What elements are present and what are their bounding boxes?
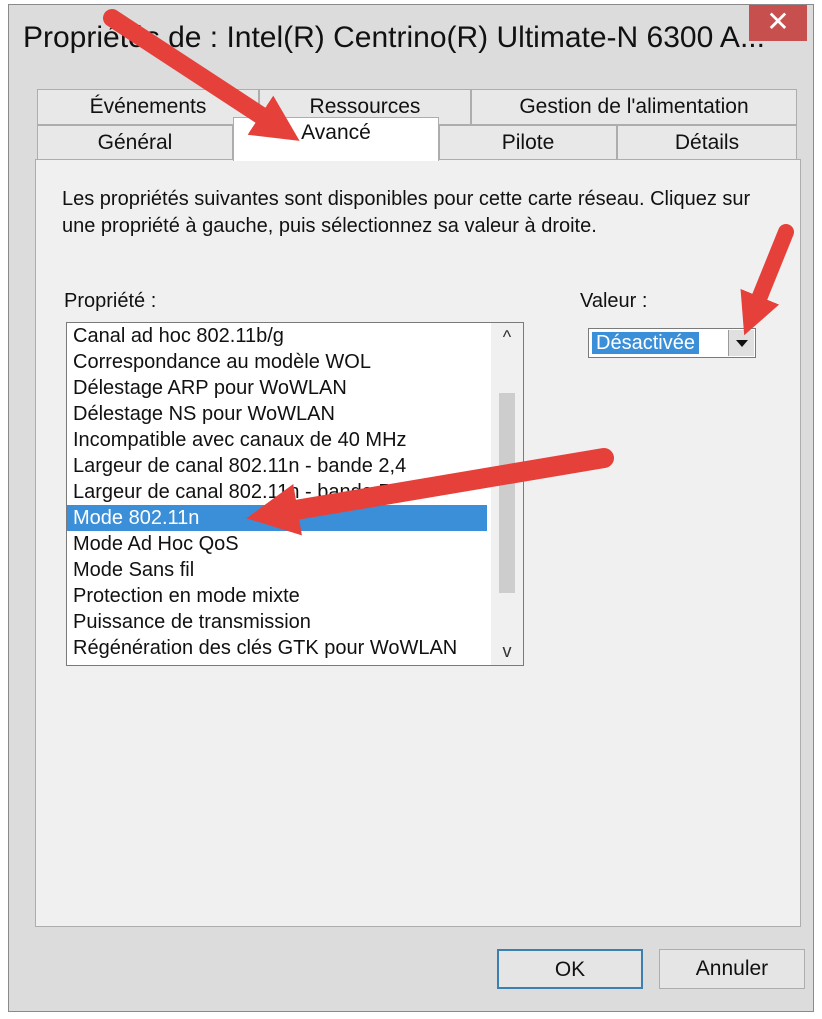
close-button[interactable]: ✕ (749, 5, 807, 41)
advanced-tab-panel: Les propriétés suivantes sont disponible… (35, 159, 801, 927)
tab-pilote[interactable]: Pilote (439, 125, 617, 161)
ok-button[interactable]: OK (497, 949, 643, 989)
list-item[interactable]: Largeur de canal 802.11n - bande 2,4 (67, 453, 487, 479)
list-item[interactable]: Canal ad hoc 802.11b/g (67, 323, 487, 349)
window-title: Propriétés de : Intel(R) Centrino(R) Ult… (23, 21, 765, 54)
tab-evenements[interactable]: Événements (37, 89, 259, 125)
value-dropdown[interactable]: Désactivée (588, 328, 756, 358)
list-item[interactable]: Délestage ARP pour WoWLAN (67, 375, 487, 401)
tab-gestion-alimentation[interactable]: Gestion de l'alimentation (471, 89, 797, 125)
chevron-down-icon[interactable] (728, 330, 754, 356)
list-item[interactable]: Régénération des clés GTK pour WoWLAN (67, 635, 487, 661)
list-item-selected[interactable]: Mode 802.11n (67, 505, 487, 531)
value-dropdown-selected: Désactivée (592, 332, 699, 354)
tab-general[interactable]: Général (37, 125, 233, 161)
property-label: Propriété : (64, 290, 157, 312)
list-item[interactable]: Largeur de canal 802.11n - bande 5,2 (67, 479, 487, 505)
scroll-down-icon[interactable]: v (491, 637, 523, 665)
list-item[interactable]: Délestage NS pour WoWLAN (67, 401, 487, 427)
cancel-button[interactable]: Annuler (659, 949, 805, 989)
list-scrollbar[interactable]: ^ v (491, 323, 523, 665)
list-item[interactable]: Mode Sans fil (67, 557, 487, 583)
description-text: Les propriétés suivantes sont disponible… (62, 188, 751, 237)
title-bar: Propriétés de : Intel(R) Centrino(R) Ult… (9, 5, 813, 79)
property-listbox[interactable]: Canal ad hoc 802.11b/g Correspondance au… (66, 322, 524, 666)
properties-dialog: Propriétés de : Intel(R) Centrino(R) Ult… (8, 4, 814, 1012)
scroll-thumb[interactable] (499, 393, 515, 593)
list-item[interactable]: Incompatible avec canaux de 40 MHz (67, 427, 487, 453)
list-item[interactable]: Protection en mode mixte (67, 583, 487, 609)
list-item[interactable]: Puissance de transmission (67, 609, 487, 635)
scroll-up-icon[interactable]: ^ (491, 323, 523, 351)
list-item[interactable]: Correspondance au modèle WOL (67, 349, 487, 375)
tab-details[interactable]: Détails (617, 125, 797, 161)
value-label: Valeur : (580, 290, 648, 312)
list-item[interactable]: Mode Ad Hoc QoS (67, 531, 487, 557)
tab-avance[interactable]: Avancé (233, 117, 439, 161)
